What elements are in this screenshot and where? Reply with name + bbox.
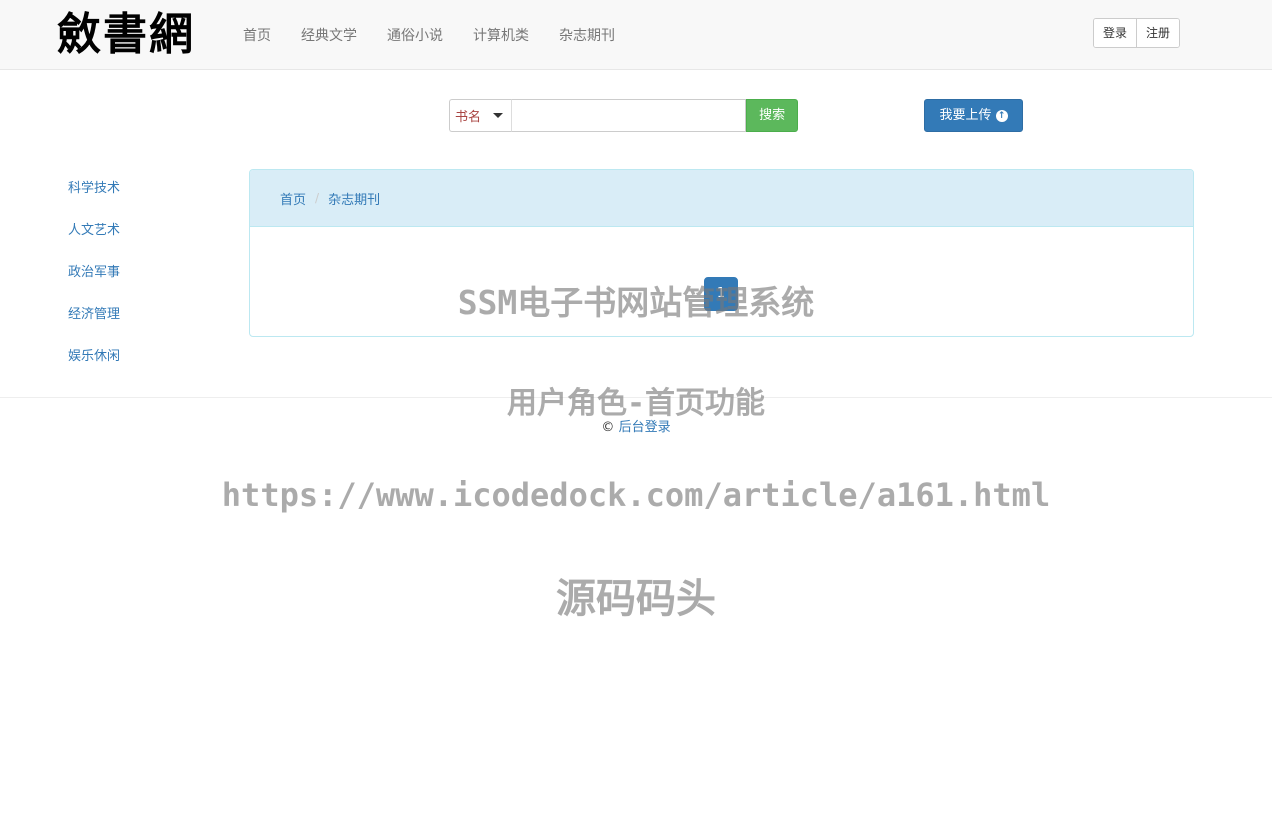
watermark-url: https://www.icodedock.com/article/a161.h… (221, 476, 1051, 514)
footer-divider (0, 397, 1272, 398)
sidebar-item-politics-military[interactable]: 政治军事 (68, 264, 120, 282)
login-button[interactable]: 登录 (1094, 19, 1137, 47)
site-logo[interactable]: 斂書網 (57, 9, 195, 61)
watermark-subtitle: 用户角色-首页功能 (506, 386, 766, 421)
admin-login-link[interactable]: 后台登录 (619, 420, 671, 435)
top-navbar: 斂書網 首页 经典文学 通俗小说 计算机类 杂志期刊 登录 注册 (0, 0, 1272, 70)
sidebar-item-entertainment[interactable]: 娱乐休闲 (68, 348, 120, 366)
nav-item-computer[interactable]: 计算机类 (473, 26, 529, 46)
nav-item-home[interactable]: 首页 (243, 26, 271, 46)
pagination-page-1[interactable]: 1 (704, 277, 738, 311)
sidebar-item-science-tech[interactable]: 科学技术 (68, 180, 120, 198)
nav-item-classic-literature[interactable]: 经典文学 (301, 26, 357, 46)
search-button[interactable]: 搜索 (746, 99, 799, 132)
chevron-down-icon (493, 113, 504, 118)
sidebar-item-economics[interactable]: 经济管理 (68, 306, 120, 324)
auth-button-group: 登录 注册 (1093, 18, 1181, 48)
nav-item-magazines[interactable]: 杂志期刊 (559, 26, 615, 46)
book-list-panel: 首页 / 杂志期刊 1 (249, 169, 1194, 337)
search-type-label: 书名 (455, 110, 482, 125)
footer: © 后台登录 (0, 419, 1272, 437)
breadcrumb-separator: / (315, 191, 320, 205)
register-button[interactable]: 注册 (1136, 19, 1180, 47)
search-input[interactable] (511, 99, 747, 132)
watermark-brand: 源码码头 (556, 576, 716, 622)
search-bar: 书名 搜索 (449, 99, 799, 132)
breadcrumb-current[interactable]: 杂志期刊 (328, 189, 380, 208)
nav-item-popular-novels[interactable]: 通俗小说 (387, 26, 443, 46)
upload-button[interactable]: 我要上传 ↑ (924, 99, 1023, 132)
search-type-dropdown[interactable]: 书名 (449, 99, 512, 132)
sidebar-item-humanities-art[interactable]: 人文艺术 (68, 222, 120, 240)
breadcrumb: 首页 / 杂志期刊 (250, 170, 1193, 227)
copyright-symbol: © (601, 420, 615, 435)
arrow-up-circle-icon: ↑ (995, 109, 1008, 122)
upload-button-label: 我要上传 (939, 108, 992, 123)
breadcrumb-home[interactable]: 首页 (280, 189, 306, 208)
